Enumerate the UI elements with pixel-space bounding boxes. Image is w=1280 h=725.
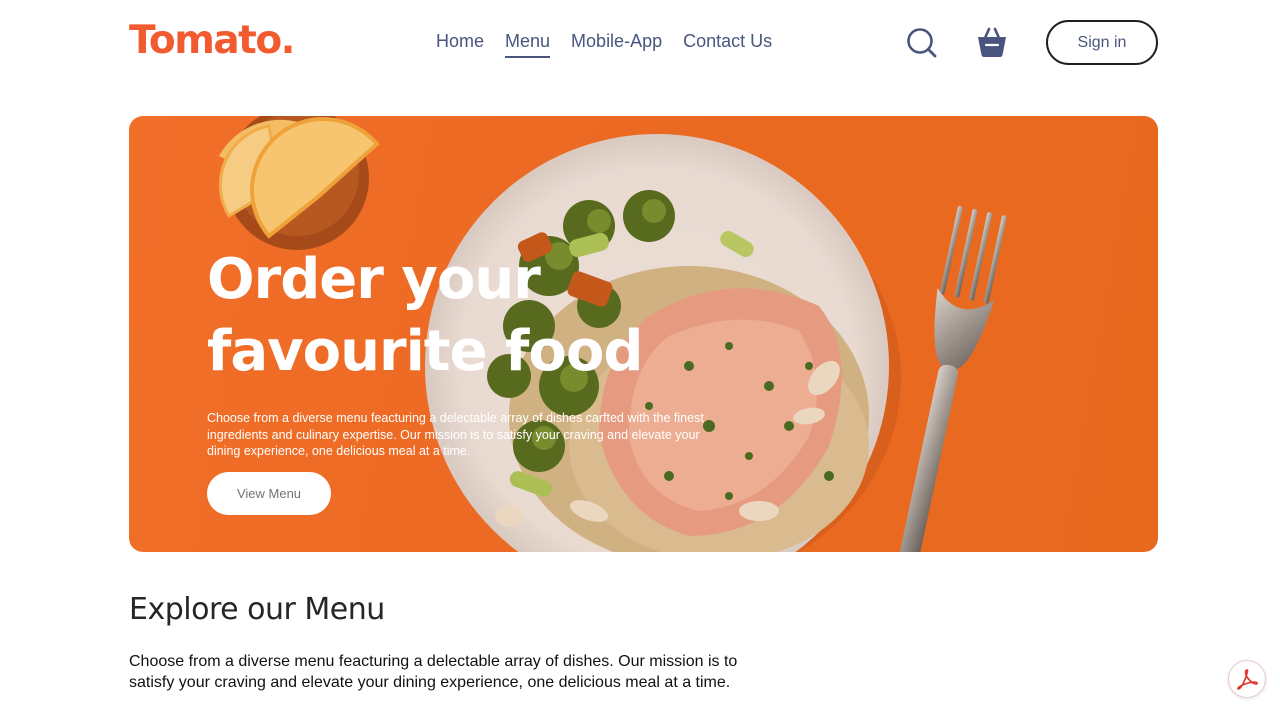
explore-menu-title: Explore our Menu: [129, 592, 385, 627]
hero-title-line-1: Order your: [207, 247, 541, 312]
pdf-icon[interactable]: [1228, 660, 1266, 698]
hero-title: Order your favourite food: [207, 244, 767, 388]
sign-in-button[interactable]: Sign in: [1046, 20, 1158, 65]
logo[interactable]: Tomato.: [129, 16, 295, 66]
view-menu-button[interactable]: View Menu: [207, 472, 331, 515]
nav-item-home[interactable]: Home: [436, 30, 484, 58]
search-icon[interactable]: [903, 25, 941, 63]
nav-menu: Home Menu Mobile-App Contact Us: [436, 30, 772, 58]
navbar: Tomato. Home Menu Mobile-App Contact Us …: [0, 0, 1280, 86]
hero-description: Choose from a diverse menu feacturing a …: [207, 411, 704, 458]
explore-menu-description: Choose from a diverse menu feacturing a …: [129, 653, 738, 691]
hero-title-line-2: favourite food: [207, 319, 643, 384]
nav-item-menu[interactable]: Menu: [505, 30, 551, 58]
hero-banner: Order your favourite food Choose from a …: [129, 116, 1158, 552]
nav-item-contact-us[interactable]: Contact Us: [683, 30, 772, 58]
nav-item-mobile-app[interactable]: Mobile-App: [571, 30, 662, 58]
hero-contents: Order your favourite food Choose from a …: [207, 244, 767, 460]
basket-icon[interactable]: [975, 25, 1009, 59]
